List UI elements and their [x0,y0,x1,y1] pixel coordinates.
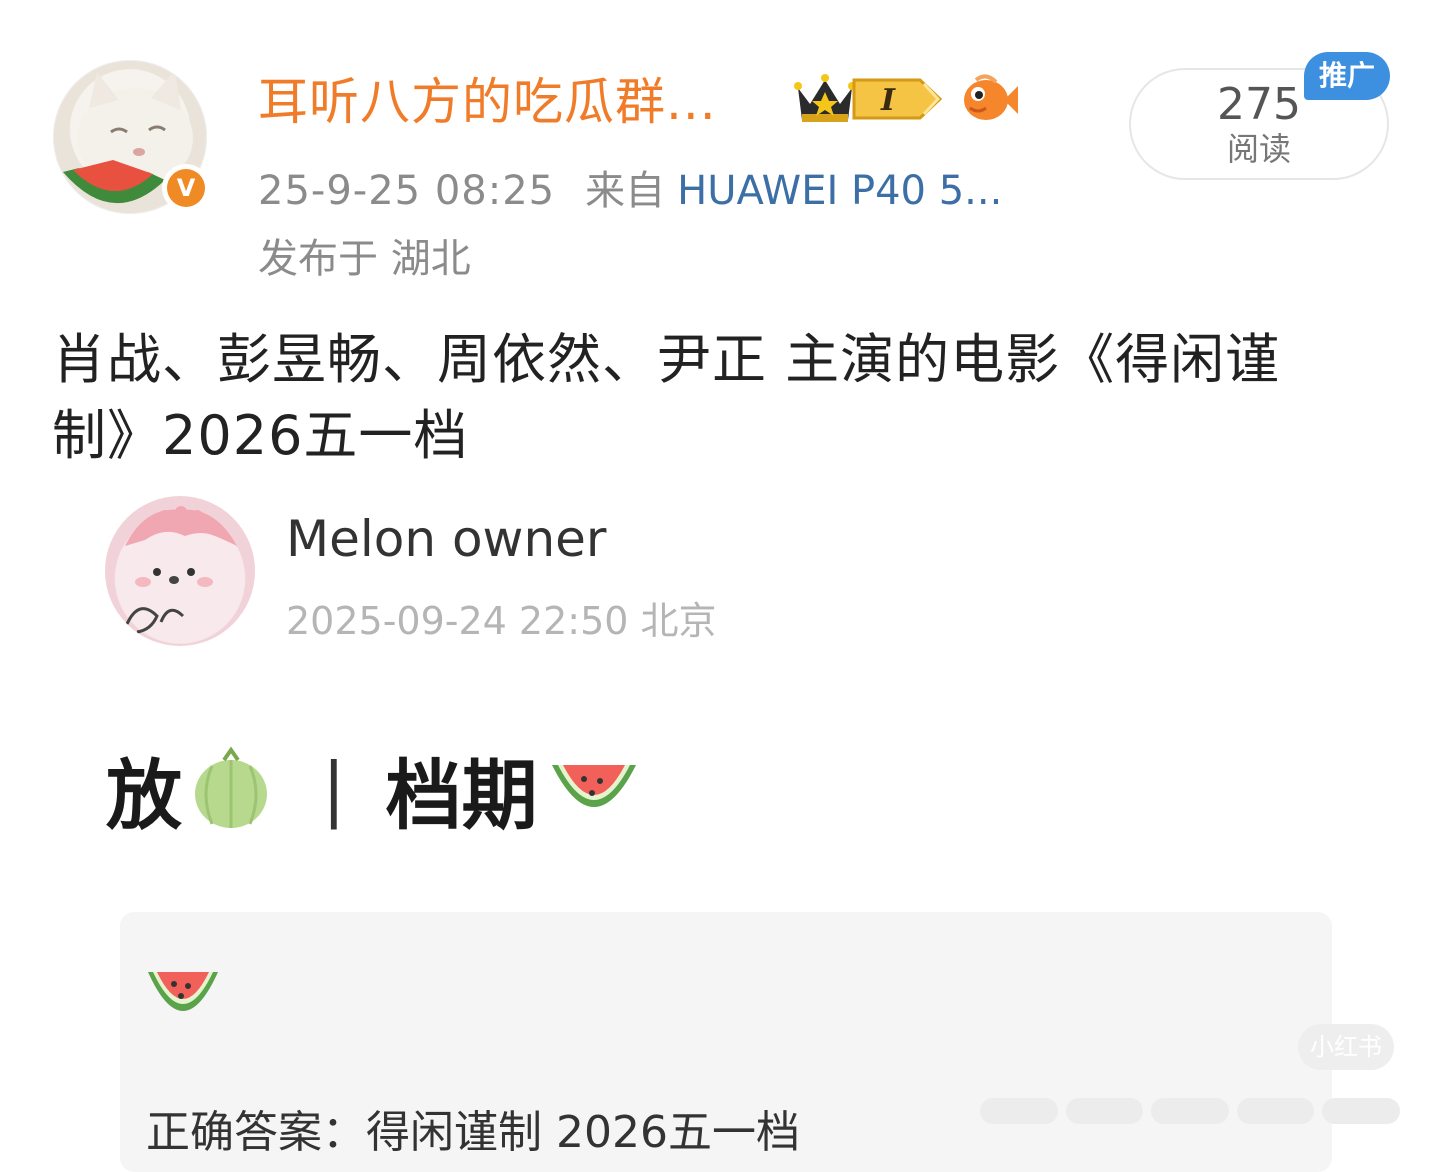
read-label: 阅读 [1226,130,1291,168]
heading-left: 放 [106,751,182,840]
post-text: 肖战、彭昱畅、周依然、尹正 主演的电影《得闲谨制》2026五一档 [52,328,1281,467]
watermark-badge: 小红书 [1298,1024,1394,1070]
author-name[interactable]: 耳听八方的吃瓜群... [258,62,717,134]
embedded-username: Melon owner [286,510,607,568]
embedded-meta: 2025-09-24 22:50 北京 [286,599,717,643]
embedded-heading: 放 | 档期 [106,734,640,844]
post-location: 发布于 湖北 [258,236,471,282]
promo-badge: 推广 [1304,52,1390,100]
melon-icon [195,746,267,828]
heading-right: 档期 [385,751,538,840]
embedded-avatar [105,496,255,646]
post-time: 25-9-25 08:25 [258,168,556,214]
watermelon-icon [551,765,636,807]
level-badge-icon[interactable]: I [850,74,946,124]
blurred-content [980,1094,1400,1128]
post-meta: 25-9-25 08:25 来自 HUAWEI P40 5... [258,158,1002,216]
answer-text: 正确答案：得闲谨制 2026五一档 [146,1107,800,1158]
verified-icon: V [162,164,210,212]
svg-text:I: I [880,83,896,118]
device-link[interactable]: HUAWEI P40 5... [677,168,1002,214]
from-label: 来自 [585,168,666,214]
crown-badge-icon[interactable] [792,70,858,126]
watermelon-icon [148,972,218,1011]
fish-badge-icon[interactable] [958,70,1020,126]
heading-separator: | [322,748,346,830]
